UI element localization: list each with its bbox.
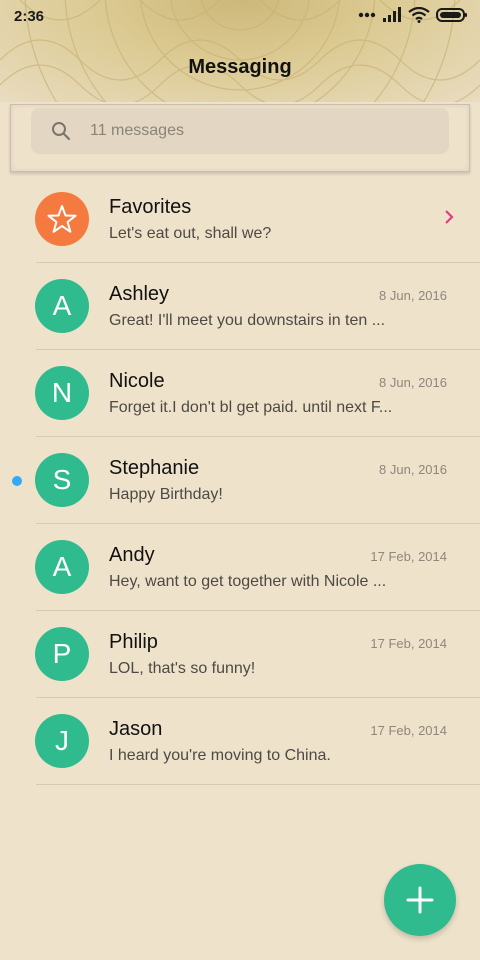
avatar: J	[35, 714, 89, 768]
page-title: Messaging	[188, 56, 292, 78]
search-bar: 11 messages	[10, 104, 470, 172]
conversation-preview: I heard you're moving to China.	[109, 747, 331, 764]
divider	[36, 784, 480, 785]
signal-icon	[383, 7, 401, 22]
chevron-right-icon	[445, 210, 454, 224]
conversation-name: Philip	[109, 631, 158, 653]
conversation-preview: Forget it.I don't bl get paid. until nex…	[109, 399, 393, 416]
status-bar: 2:36	[0, 0, 480, 34]
conversation-preview: Let's eat out, shall we?	[109, 225, 272, 242]
conversation-date: 17 Feb, 2014	[370, 549, 447, 564]
header: 2:36 Messaging	[0, 0, 480, 102]
conversation-date: 8 Jun, 2016	[379, 288, 447, 303]
status-icons	[358, 7, 468, 23]
conversation-name: Jason	[109, 718, 163, 740]
avatar: P	[35, 627, 89, 681]
conversation-andy[interactable]: A Andy 17 Feb, 2014 Hey, want to get tog…	[0, 524, 480, 611]
search-input[interactable]: 11 messages	[31, 108, 449, 154]
conversation-ashley[interactable]: A Ashley 8 Jun, 2016 Great! I'll meet yo…	[0, 263, 480, 350]
new-message-button[interactable]	[384, 864, 456, 936]
conversation-name: Stephanie	[109, 457, 200, 479]
conversation-date: 17 Feb, 2014	[370, 636, 447, 651]
conversation-date: 17 Feb, 2014	[370, 723, 447, 738]
conversation-preview: Hey, want to get together with Nicole ..…	[109, 573, 387, 590]
wifi-icon	[408, 7, 430, 23]
plus-icon	[406, 886, 434, 914]
conversation-preview: LOL, that's so funny!	[109, 660, 256, 677]
conversation-name: Nicole	[109, 370, 165, 392]
conversation-preview: Great! I'll meet you downstairs in ten .…	[109, 312, 386, 329]
search-placeholder: 11 messages	[90, 122, 184, 139]
conversation-name: Ashley	[109, 283, 170, 305]
unread-indicator	[12, 476, 22, 486]
conversation-stephanie[interactable]: S Stephanie 8 Jun, 2016 Happy Birthday!	[0, 437, 480, 524]
avatar: S	[35, 453, 89, 507]
favorites-avatar	[35, 192, 89, 246]
star-icon	[47, 205, 77, 233]
conversation-name: Favorites	[109, 196, 192, 218]
search-icon	[52, 122, 71, 141]
avatar: N	[35, 366, 89, 420]
conversation-nicole[interactable]: N Nicole 8 Jun, 2016 Forget it.I don't b…	[0, 350, 480, 437]
battery-icon	[436, 8, 467, 22]
conversation-preview: Happy Birthday!	[109, 486, 223, 503]
conversation-list: Favorites Let's eat out, shall we? A Ash…	[0, 176, 480, 785]
more-dots-icon	[358, 12, 376, 18]
avatar: A	[35, 279, 89, 333]
conversation-philip[interactable]: P Philip 17 Feb, 2014 LOL, that's so fun…	[0, 611, 480, 698]
conversation-date: 8 Jun, 2016	[379, 375, 447, 390]
conversation-name: Andy	[109, 544, 155, 566]
conversation-jason[interactable]: J Jason 17 Feb, 2014 I heard you're movi…	[0, 698, 480, 785]
conversation-favorites[interactable]: Favorites Let's eat out, shall we?	[0, 176, 480, 263]
avatar: A	[35, 540, 89, 594]
conversation-date: 8 Jun, 2016	[379, 462, 447, 477]
status-time: 2:36	[14, 8, 45, 25]
